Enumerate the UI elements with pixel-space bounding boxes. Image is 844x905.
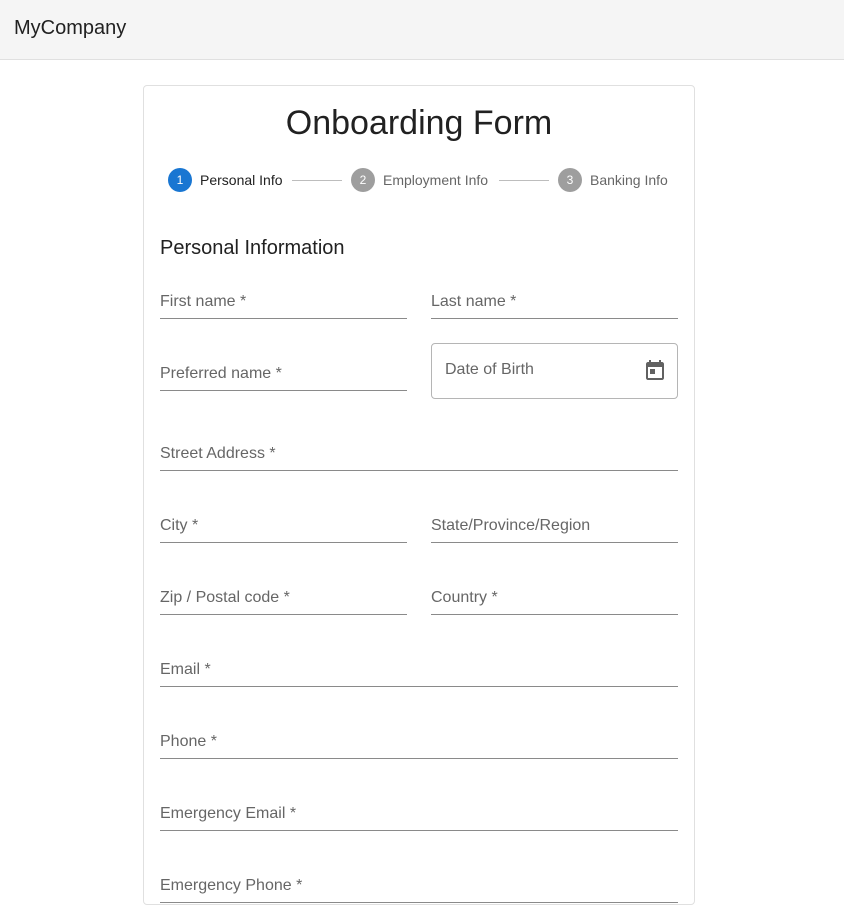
field-label: Date of Birth <box>445 361 534 378</box>
date-of-birth-field[interactable]: Date of Birth <box>431 343 678 399</box>
last-name-field[interactable]: Last name * <box>431 287 678 319</box>
section-heading: Personal Information <box>160 237 345 259</box>
step-banking-info[interactable]: 3 Banking Info <box>558 168 668 192</box>
form-title: Onboarding Form <box>285 104 553 142</box>
step-number-icon: 2 <box>351 168 375 192</box>
step-personal-info[interactable]: 1 Personal Info <box>168 168 283 192</box>
step-connector <box>499 180 549 181</box>
step-number-icon: 3 <box>558 168 582 192</box>
calendar-icon[interactable] <box>643 359 667 383</box>
field-label: Country * <box>431 589 498 606</box>
step-connector <box>292 180 342 181</box>
step-label: Banking Info <box>590 172 668 188</box>
brand-name[interactable]: MyCompany <box>14 16 126 40</box>
step-label: Employment Info <box>383 172 489 188</box>
step-employment-info[interactable]: 2 Employment Info <box>351 168 488 192</box>
field-label: Zip / Postal code * <box>160 589 290 606</box>
country-field[interactable]: Country * <box>431 583 678 615</box>
field-label: Street Address * <box>160 445 276 462</box>
field-label: Preferred name * <box>160 365 282 382</box>
email-field[interactable]: Email * <box>160 655 678 687</box>
app-bar: MyCompany <box>0 0 844 60</box>
city-field[interactable]: City * <box>160 511 407 543</box>
field-label: Emergency Email * <box>160 805 297 822</box>
step-label: Personal Info <box>200 172 283 188</box>
step-number-icon: 1 <box>168 168 192 192</box>
field-label: State/Province/Region <box>431 517 591 534</box>
field-label: City * <box>160 517 199 534</box>
preferred-name-field[interactable]: Preferred name * <box>160 359 407 391</box>
field-label: First name * <box>160 293 247 310</box>
emergency-email-field[interactable]: Emergency Email * <box>160 799 678 831</box>
state-field[interactable]: State/Province/Region <box>431 511 678 543</box>
phone-field[interactable]: Phone * <box>160 727 678 759</box>
field-label: Emergency Phone * <box>160 877 303 894</box>
street-address-field[interactable]: Street Address * <box>160 439 678 471</box>
field-label: Phone * <box>160 733 217 750</box>
field-label: Last name * <box>431 293 517 310</box>
field-label: Email * <box>160 661 211 678</box>
onboarding-form-card: Onboarding Form 1 Personal Info 2 Employ… <box>143 85 695 905</box>
zip-field[interactable]: Zip / Postal code * <box>160 583 407 615</box>
first-name-field[interactable]: First name * <box>160 287 407 319</box>
emergency-phone-field[interactable]: Emergency Phone * <box>160 871 678 903</box>
